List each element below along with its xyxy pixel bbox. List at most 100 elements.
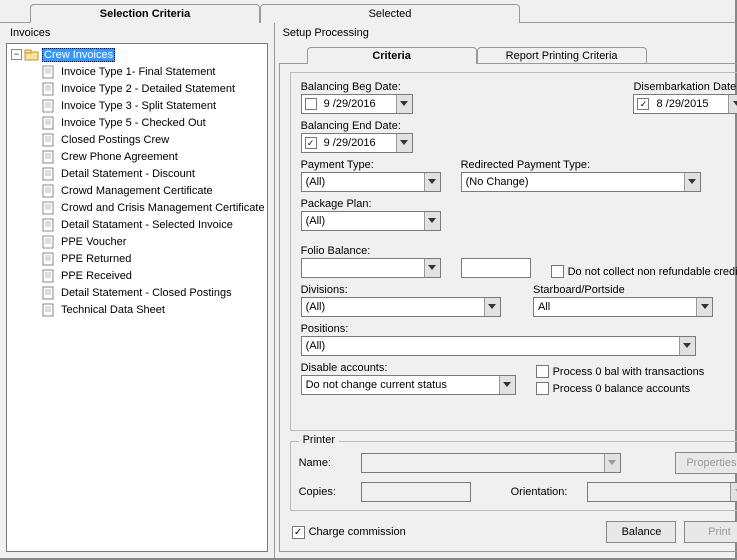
tree-node[interactable]: Detail Statement - Discount [41, 165, 267, 182]
tree-node-label: Closed Postings Crew [59, 133, 171, 147]
orientation-label: Orientation: [511, 486, 568, 498]
combo-value: (No Change) [462, 176, 684, 188]
tree-node[interactable]: Detail Statement - Closed Postings [41, 284, 267, 301]
disembarkation-date-label: Disembarkation Date: [633, 81, 737, 93]
checkbox-box: ✓ [292, 526, 305, 539]
printer-name-select[interactable] [361, 453, 621, 473]
copies-label: Copies: [299, 486, 341, 498]
folio-balance-select[interactable] [301, 258, 441, 278]
chevron-down-icon[interactable] [396, 134, 412, 152]
tree-node[interactable]: Detail Statament - Selected Invoice [41, 216, 267, 233]
folio-balance-value-input[interactable] [461, 258, 531, 278]
tab-criteria[interactable]: Criteria [307, 47, 477, 64]
chevron-down-icon[interactable] [679, 337, 695, 355]
checkbox-label: Charge commission [309, 526, 406, 538]
redirected-payment-type-select[interactable]: (No Change) [461, 172, 701, 192]
tab-selected[interactable]: Selected [260, 4, 520, 23]
date-value: 8 /29/2015 [652, 98, 728, 110]
tree-node-label: Invoice Type 2 - Detailed Statement [59, 82, 237, 96]
tab-selection-criteria[interactable]: Selection Criteria [30, 4, 260, 23]
document-icon [41, 116, 57, 130]
chevron-down-icon[interactable] [684, 173, 700, 191]
disembarkation-date-picker[interactable]: ✓ 8 /29/2015 [633, 94, 737, 114]
printer-properties-button[interactable]: Properties [675, 452, 737, 474]
checkbox-label: Do not collect non refundable credit [568, 266, 737, 278]
print-button[interactable]: Print [684, 521, 737, 543]
chevron-down-icon[interactable] [730, 483, 737, 501]
payment-type-select[interactable]: (All) [301, 172, 441, 192]
date-checkbox[interactable] [305, 98, 317, 110]
document-icon [41, 150, 57, 164]
divisions-select[interactable]: (All) [301, 297, 501, 317]
tree-expander[interactable]: − [11, 49, 22, 60]
date-checkbox[interactable]: ✓ [637, 98, 649, 110]
disable-accounts-label: Disable accounts: [301, 362, 516, 374]
disable-accounts-select[interactable]: Do not change current status [301, 375, 516, 395]
balancing-end-date-picker[interactable]: ✓ 9 /29/2016 [301, 133, 413, 153]
balancing-beg-date-picker[interactable]: 9 /29/2016 [301, 94, 413, 114]
divisions-label: Divisions: [301, 284, 513, 296]
invoice-tree[interactable]: − Crew Invoices Invoice Type 1- Final St… [6, 43, 268, 552]
tree-node[interactable]: Crowd Management Certificate [41, 182, 267, 199]
process-0-bal-with-transactions-checkbox[interactable]: Process 0 bal with transactions [536, 365, 705, 378]
tree-node-label: Detail Statement - Closed Postings [59, 286, 234, 300]
tree-node[interactable]: PPE Returned [41, 250, 267, 267]
copies-input[interactable] [361, 482, 471, 502]
document-icon [41, 201, 57, 215]
starboard-portside-select[interactable]: All [533, 297, 713, 317]
invoices-title: Invoices [0, 25, 274, 41]
redirected-payment-type-label: Redirected Payment Type: [461, 159, 737, 171]
chevron-down-icon[interactable] [696, 298, 712, 316]
tree-root-node[interactable]: Crew Invoices [42, 48, 115, 62]
tree-node-label: PPE Returned [59, 252, 133, 266]
tab-report-printing-criteria[interactable]: Report Printing Criteria [477, 47, 647, 64]
printer-name-label: Name: [299, 457, 341, 469]
orientation-select[interactable] [587, 482, 737, 502]
tree-node[interactable]: Invoice Type 2 - Detailed Statement [41, 80, 267, 97]
no-refundable-checkbox[interactable]: Do not collect non refundable credit [551, 265, 737, 278]
document-icon [41, 167, 57, 181]
tree-node[interactable]: Invoice Type 1- Final Statement [41, 63, 267, 80]
tree-node[interactable]: Closed Postings Crew [41, 131, 267, 148]
document-icon [41, 133, 57, 147]
printer-group: Printer Name: Properties Copies: [290, 441, 737, 511]
chevron-down-icon[interactable] [499, 376, 515, 394]
combo-value: Do not change current status [302, 379, 499, 391]
document-icon [41, 252, 57, 266]
chevron-down-icon[interactable] [484, 298, 500, 316]
button-label: Balance [622, 526, 662, 538]
checkbox-label: Process 0 balance accounts [553, 383, 691, 395]
tree-node[interactable]: Invoice Type 5 - Checked Out [41, 114, 267, 131]
chevron-down-icon[interactable] [728, 95, 737, 113]
document-icon [41, 184, 57, 198]
charge-commission-checkbox[interactable]: ✓ Charge commission [292, 526, 406, 539]
tree-node[interactable]: Technical Data Sheet [41, 301, 267, 318]
tree-node-label: Detail Statament - Selected Invoice [59, 218, 235, 232]
combo-value: (All) [302, 215, 424, 227]
tree-node-label: Crowd and Crisis Management Certificate [59, 201, 267, 215]
tree-node[interactable]: Invoice Type 3 - Split Statement [41, 97, 267, 114]
tree-node[interactable]: PPE Received [41, 267, 267, 284]
tree-node[interactable]: PPE Voucher [41, 233, 267, 250]
document-icon [41, 99, 57, 113]
balancing-end-date-label: Balancing End Date: [301, 120, 413, 132]
tree-node-label: Crew Phone Agreement [59, 150, 180, 164]
folio-balance-label: Folio Balance: [301, 245, 441, 257]
tree-node-label: PPE Received [59, 269, 134, 283]
combo-value: (All) [302, 301, 484, 313]
positions-select[interactable]: (All) [301, 336, 696, 356]
date-checkbox[interactable]: ✓ [305, 137, 317, 149]
document-icon [41, 303, 57, 317]
tree-node[interactable]: Crew Phone Agreement [41, 148, 267, 165]
chevron-down-icon[interactable] [396, 95, 412, 113]
balance-button[interactable]: Balance [606, 521, 676, 543]
chevron-down-icon[interactable] [424, 259, 440, 277]
package-plan-select[interactable]: (All) [301, 211, 441, 231]
document-icon [41, 218, 57, 232]
tab-label: Selection Criteria [100, 8, 190, 20]
chevron-down-icon[interactable] [604, 454, 620, 472]
chevron-down-icon[interactable] [424, 212, 440, 230]
process-0-balance-accounts-checkbox[interactable]: Process 0 balance accounts [536, 382, 705, 395]
tree-node[interactable]: Crowd and Crisis Management Certificate [41, 199, 267, 216]
chevron-down-icon[interactable] [424, 173, 440, 191]
